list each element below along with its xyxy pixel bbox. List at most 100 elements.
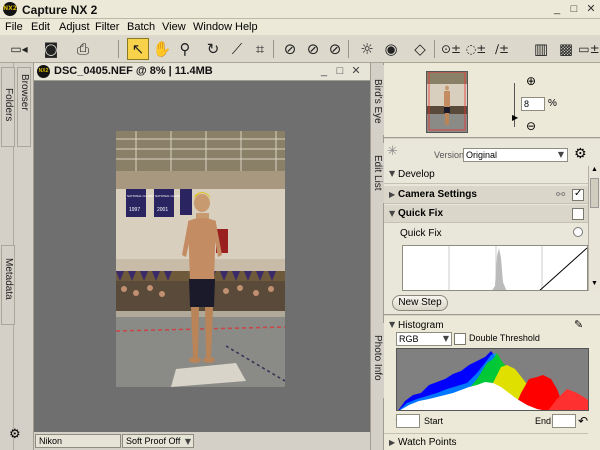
- document-title-bar: NX2 DSC_0405.NEF @ 8% | 11.4MB _ □ ✕: [34, 63, 370, 81]
- white-control-point-icon[interactable]: ⊘: [302, 38, 324, 60]
- chevron-down-icon: ▼: [557, 150, 564, 159]
- watch-points-header[interactable]: ▶ Watch Points: [384, 433, 588, 450]
- version-dropdown[interactable]: Original ▼: [463, 148, 568, 162]
- end-value-input[interactable]: [552, 414, 576, 428]
- scroll-up-icon[interactable]: ▲: [590, 166, 599, 176]
- tab-edit-list[interactable]: Edit List: [371, 143, 384, 203]
- start-label: Start: [424, 416, 444, 426]
- swimmer-photo: NATIONAL CHAMPIONS 1997 NATIONAL CHAMPIO…: [116, 131, 285, 387]
- quick-fix-step[interactable]: ▼ Quick Fix: [384, 205, 588, 223]
- photo-info-panel: ▼ Histogram ✎ RGB ▼ Double Threshold ▲ S…: [384, 316, 600, 450]
- camera-settings-step[interactable]: ▶ Camera Settings ⚯ ✓: [384, 186, 588, 204]
- scroll-down-icon[interactable]: ▼: [590, 280, 599, 290]
- soft-proof-label: Soft Proof Off: [126, 436, 181, 446]
- menu-batch[interactable]: Batch: [127, 21, 155, 33]
- watch-points-label: Watch Points: [398, 437, 457, 448]
- crop-icon[interactable]: ⌗: [249, 38, 271, 60]
- collapse-triangle-icon: ▶: [389, 190, 396, 199]
- zoom-in-icon[interactable]: ⊕: [526, 74, 536, 88]
- quick-fix-checkbox[interactable]: [572, 208, 584, 220]
- menu-file[interactable]: File: [5, 21, 23, 33]
- neutral-control-point-icon[interactable]: ⊘: [324, 38, 346, 60]
- histogram-title: Histogram: [398, 320, 444, 331]
- more-tools-icon[interactable]: ▭±: [578, 38, 600, 60]
- birds-eye-panel: ⊕ ▶ 8 % ⊖: [384, 63, 600, 138]
- zoom-icon[interactable]: ⚲: [174, 38, 196, 60]
- zoom-slider-handle[interactable]: ▶: [512, 113, 518, 122]
- lasso-icon[interactable]: ⊙±: [440, 38, 462, 60]
- hand-icon[interactable]: ✋: [151, 38, 173, 60]
- gradient-icon[interactable]: ▥: [530, 38, 552, 60]
- new-step-button[interactable]: New Step: [392, 295, 448, 311]
- tab-browser[interactable]: Browser: [17, 67, 31, 147]
- document-window: NX2 DSC_0405.NEF @ 8% | 11.4MB _ □ ✕ NAT…: [34, 63, 370, 450]
- edit-list-panel: ✳ Version Original ▼ ⚙ ▼ Develop ▶ Camer…: [384, 139, 600, 315]
- sun-icon[interactable]: ☼: [356, 38, 378, 60]
- soft-proof-dropdown[interactable]: Soft Proof Off ▼: [122, 434, 194, 448]
- maximize-button[interactable]: □: [566, 2, 582, 17]
- histogram-graph[interactable]: [396, 348, 589, 411]
- tab-birds-eye[interactable]: Bird's Eye: [371, 65, 384, 135]
- doc-minimize-button[interactable]: _: [317, 64, 331, 79]
- menu-bar: File Edit Adjust Filter Batch View Windo…: [0, 19, 600, 35]
- minimize-button[interactable]: _: [549, 2, 565, 17]
- red-eye-icon[interactable]: ◉: [380, 38, 402, 60]
- app-logo: NX2: [3, 2, 17, 16]
- double-threshold-label: Double Threshold: [469, 333, 540, 343]
- tab-photo-info[interactable]: Photo Info: [371, 323, 384, 398]
- version-label: Version: [434, 150, 465, 160]
- end-label: End: [535, 416, 552, 426]
- settings-gear-icon[interactable]: ⚙: [9, 427, 21, 442]
- quick-fix-radio[interactable]: [573, 227, 583, 237]
- selection-brush-icon[interactable]: ◌±: [465, 38, 487, 60]
- quick-fix-label: Quick Fix: [398, 208, 444, 219]
- expand-triangle-icon: ▼: [389, 169, 396, 178]
- rotate-icon[interactable]: ↻: [202, 38, 224, 60]
- photo-canvas[interactable]: NATIONAL CHAMPIONS 1997 NATIONAL CHAMPIO…: [116, 131, 285, 387]
- black-control-point-icon[interactable]: ⊘: [279, 38, 301, 60]
- edit-list-status-icon: ✳: [387, 144, 398, 159]
- menu-edit[interactable]: Edit: [31, 21, 50, 33]
- tab-metadata[interactable]: Metadata: [1, 245, 15, 325]
- reset-arrow-icon[interactable]: ↶: [578, 414, 588, 428]
- photo-info-label: Photo Info: [372, 335, 383, 381]
- camera-icon[interactable]: ◙: [40, 38, 62, 60]
- camera-settings-checkbox[interactable]: ✓: [572, 188, 584, 201]
- fill-icon[interactable]: ▩: [555, 38, 577, 60]
- zoom-out-icon[interactable]: ⊖: [526, 119, 536, 133]
- channel-dropdown[interactable]: RGB ▼: [396, 332, 452, 346]
- color-profile-status: Nikon sR.....0.0.3001: [35, 434, 121, 450]
- zoom-unit: %: [548, 98, 557, 109]
- straighten-icon[interactable]: ⟋: [226, 38, 248, 60]
- tab-folders[interactable]: Folders: [1, 67, 15, 147]
- start-value-input[interactable]: [396, 414, 420, 428]
- browse-icon[interactable]: ▭◂: [8, 38, 30, 60]
- close-button[interactable]: ✕: [583, 2, 599, 17]
- doc-close-button[interactable]: ✕: [349, 64, 363, 79]
- edit-list-label: Edit List: [372, 155, 383, 191]
- scroll-thumb[interactable]: [590, 178, 599, 208]
- edit-list-scrollbar[interactable]: ▲ ▼: [588, 166, 600, 291]
- birds-eye-thumbnail[interactable]: [426, 71, 468, 133]
- double-threshold-checkbox[interactable]: [454, 333, 466, 345]
- expand-triangle-icon: ▼: [389, 320, 396, 329]
- app-title: Capture NX 2: [22, 3, 98, 17]
- eyedropper-icon[interactable]: ✎: [574, 318, 583, 331]
- print-icon[interactable]: ⎙: [72, 38, 94, 60]
- banner-1-year: 1997: [129, 207, 140, 213]
- quick-fix-curve-graph[interactable]: [402, 245, 588, 291]
- menu-window[interactable]: Window: [193, 21, 232, 33]
- menu-help[interactable]: Help: [235, 21, 258, 33]
- doc-maximize-button[interactable]: □: [333, 64, 347, 79]
- left-sidebar: Folders Browser Metadata ⚙: [0, 63, 34, 450]
- version-options-gear-icon[interactable]: ⚙: [574, 146, 587, 162]
- develop-section-header[interactable]: ▼ Develop: [384, 166, 588, 184]
- zoom-value-input[interactable]: 8: [521, 97, 545, 111]
- quick-fix-sub-label: Quick Fix: [400, 228, 442, 239]
- direct-select-icon[interactable]: ↖: [127, 38, 149, 60]
- menu-view[interactable]: View: [162, 21, 186, 33]
- pen-icon[interactable]: ∕±: [491, 38, 513, 60]
- menu-filter[interactable]: Filter: [95, 21, 119, 33]
- eraser-icon[interactable]: ◇: [409, 38, 431, 60]
- menu-adjust[interactable]: Adjust: [59, 21, 90, 33]
